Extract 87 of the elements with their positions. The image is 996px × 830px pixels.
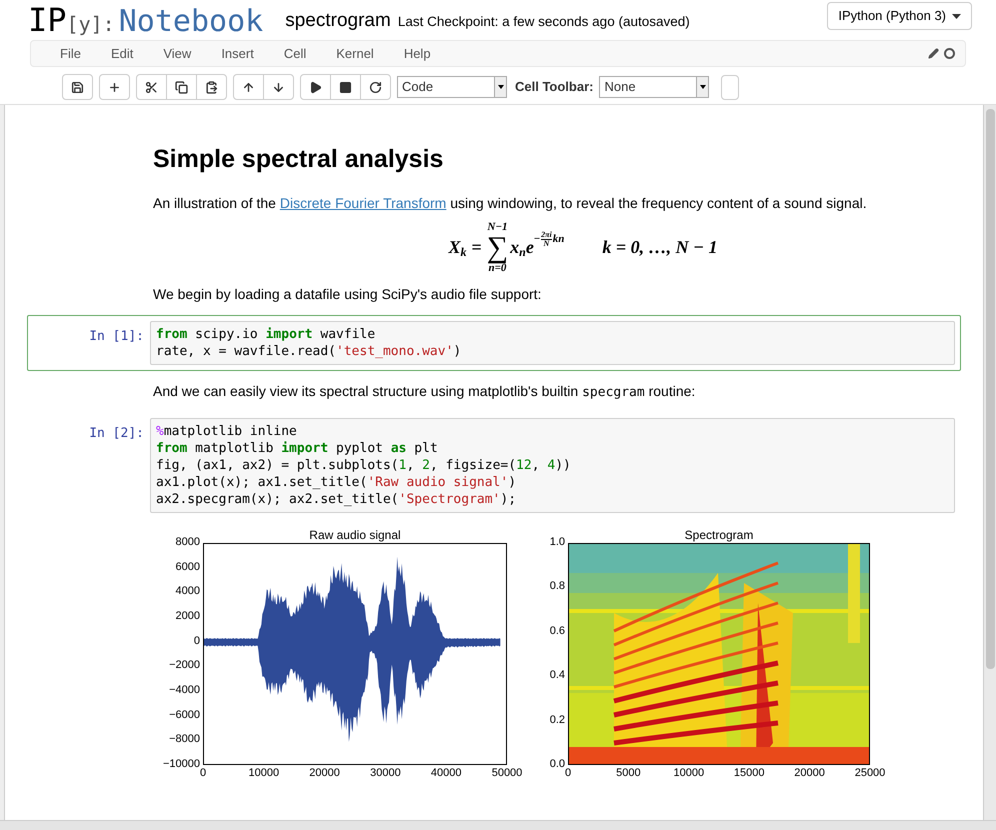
y-tick-label: −8000 (169, 734, 200, 746)
y-tick-label: 4000 (176, 586, 200, 598)
notebook-name[interactable]: spectrogram (285, 6, 391, 36)
caret-icon (952, 14, 961, 18)
text-paragraph: We begin by loading a datafile using SciPy's audio file support: (153, 284, 542, 304)
y-tick-label: 8000 (176, 537, 200, 548)
edit-mode-icon (928, 48, 939, 59)
text-paragraph: And we can easily view its spectral structure using matplotlib's builtin specgram routine: (153, 382, 696, 402)
x-tick-label: 40000 (430, 768, 462, 779)
x-tick-label: 5000 (616, 768, 641, 779)
logo-bracket: [y]: (66, 14, 115, 34)
kernel-dropdown[interactable]: IPython (Python 3) (827, 2, 972, 30)
save-icon-button[interactable] (62, 74, 93, 100)
y-tick-label: 2000 (176, 611, 200, 622)
x-tick-label: 30000 (370, 768, 401, 779)
menu-item[interactable]: View (163, 44, 192, 64)
x-tick-label: 0 (564, 768, 572, 779)
y-tick-label: 0 (194, 636, 200, 647)
code-line: from matplotlib import pyplot as plt (156, 440, 439, 457)
menu-item[interactable]: File (60, 44, 81, 64)
add-cell-button[interactable] (99, 74, 130, 100)
menu-item[interactable]: Cell (284, 44, 306, 64)
menu-item[interactable]: Help (404, 44, 431, 64)
move-up-button[interactable] (233, 74, 264, 100)
clipboard-icon (205, 80, 218, 94)
plot-title: Spectrogram (684, 527, 754, 543)
play-icon (309, 80, 322, 94)
code-line: ax2.specgram(x); ax2.set_title('Spectrogram'); (156, 491, 518, 508)
code-editor[interactable] (150, 418, 955, 513)
y-tick-label: −2000 (169, 660, 200, 672)
y-tick-label: 0.6 (550, 626, 565, 637)
menu-item[interactable]: Kernel (336, 44, 374, 64)
code-editor[interactable]: from scipy.io import wavfile rate, x = wavfile.read('test_mono.wav') (150, 320, 955, 364)
code-line: fig, (ax1, ax2) = plt.subplots(1, 2, figsize=(12, 4)) (156, 457, 572, 474)
logo-text: Notebook (118, 6, 264, 36)
refresh-icon (369, 80, 382, 94)
dropdown-arrow-icon (498, 85, 504, 89)
cell-toolbar-select[interactable]: None (599, 76, 710, 98)
y-tick-label: −6000 (169, 710, 200, 721)
input-prompt: In [1]: (89, 328, 144, 346)
logo-mark: IP (28, 4, 67, 36)
arrow-up-icon (242, 80, 255, 94)
y-tick-label: 6000 (176, 562, 200, 573)
cell-toolbar-label: Cell Toolbar: (515, 78, 594, 96)
input-prompt: In [2]: (89, 425, 144, 443)
link[interactable]: Discrete Fourier Transform (280, 194, 446, 210)
code-line: ax1.plot(x); ax1.set_title('Raw audio signal') (156, 474, 518, 491)
x-tick-label: 15000 (734, 768, 764, 779)
run-button[interactable] (300, 74, 331, 100)
y-tick-label: 0.4 (550, 670, 565, 682)
cut-button[interactable] (136, 74, 167, 100)
code-line: %matplotlib inline (156, 423, 298, 440)
arrow-down-icon (272, 80, 285, 94)
menu-item[interactable]: Edit (110, 44, 134, 64)
checkpoint-status: Last Checkpoint: a few seconds ago (autosaved) (398, 13, 690, 32)
code-line: rate, x = wavfile.read('test_mono.wav') (156, 342, 462, 360)
plus-icon (108, 80, 121, 94)
code-cell[interactable]: In [1]: from scipy.io import wavfile rate, x = wavfile.read('test_mono.wav') (27, 314, 961, 370)
move-down-button[interactable] (263, 74, 294, 100)
x-tick-label: 10000 (248, 768, 280, 779)
copy-button[interactable] (166, 74, 197, 100)
x-tick-label: 10000 (674, 768, 704, 779)
y-tick-label: 1.0 (550, 537, 565, 548)
copy-icon (175, 80, 188, 94)
x-tick-label: 20000 (794, 768, 825, 779)
y-tick-label: 0.2 (550, 714, 565, 726)
dropdown-arrow-icon (700, 85, 706, 89)
menu-item[interactable]: Insert (221, 44, 254, 64)
x-tick-label: 0 (200, 768, 206, 779)
x-tick-label: 20000 (309, 768, 340, 779)
paste-button[interactable] (196, 74, 227, 100)
y-tick-label: 0.0 (550, 759, 565, 770)
x-tick-label: 25000 (854, 768, 886, 779)
y-tick-label: −10000 (162, 759, 200, 770)
x-tick-label: 50000 (492, 768, 522, 779)
notebook-heading: Simple spectral analysis (153, 144, 444, 175)
restart-button[interactable] (360, 74, 391, 100)
code-line: from scipy.io import wavfile (156, 326, 376, 342)
scissors-icon (145, 80, 158, 94)
stop-button[interactable] (330, 74, 361, 100)
y-tick-label: −4000 (169, 685, 200, 696)
y-tick-label: 0.8 (550, 581, 565, 592)
plot-title: Raw audio signal (309, 527, 401, 543)
scrollbar[interactable] (983, 105, 996, 820)
stop-icon (339, 80, 352, 94)
cell-type-select[interactable]: Code (397, 76, 507, 98)
text-paragraph: An illustration of the Discrete Fourier Transform using windowing, to reveal the frequency content of a sound signal. (153, 194, 868, 213)
